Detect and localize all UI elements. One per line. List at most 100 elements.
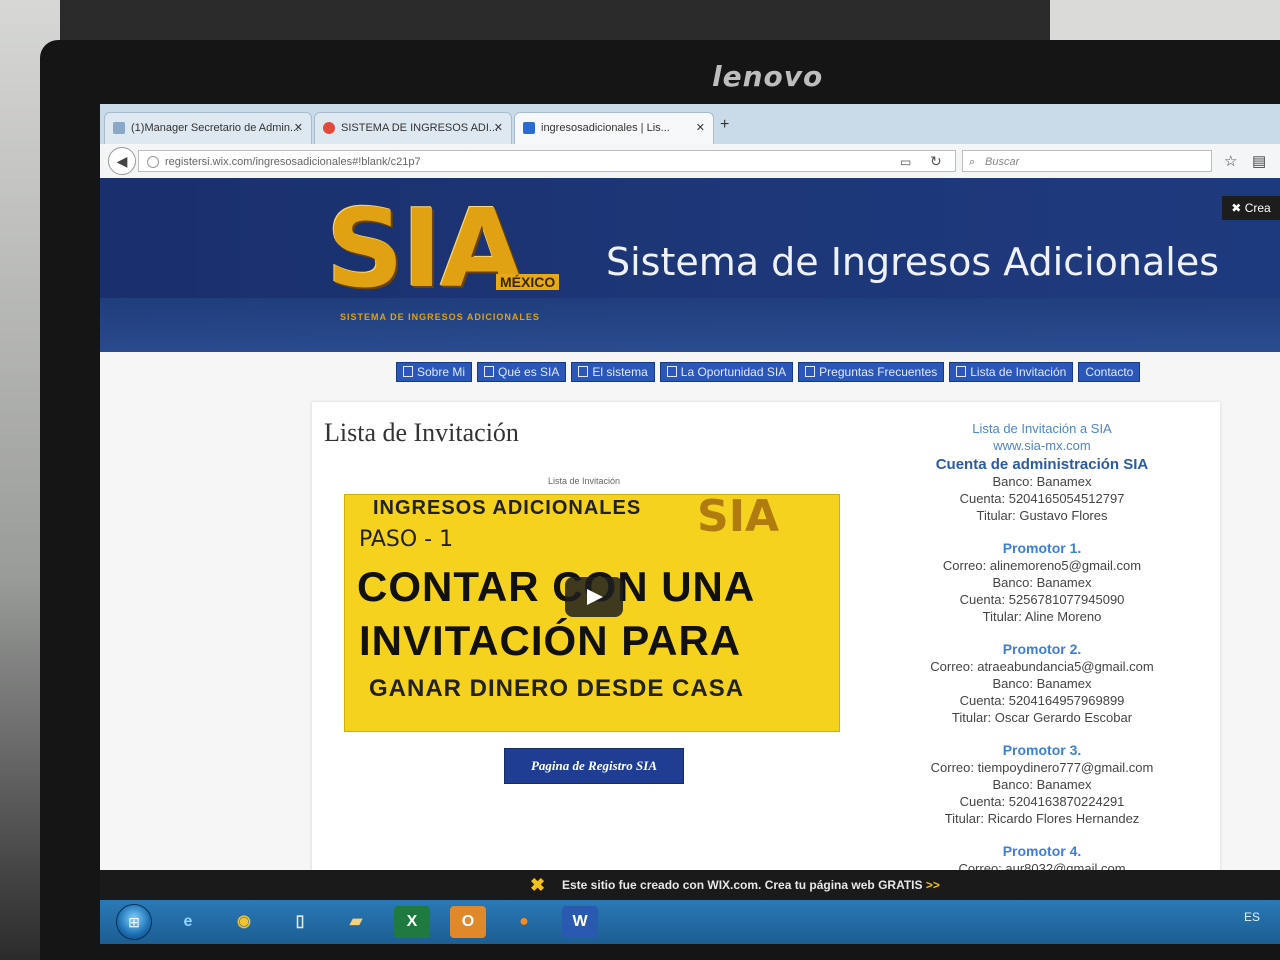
tab-sistema[interactable]: SISTEMA DE INGRESOS ADI... ✕ — [314, 112, 512, 144]
folder-icon[interactable]: ▰ — [338, 906, 374, 938]
chrome-favicon-icon — [323, 122, 335, 134]
menu-item-que-es-sia[interactable]: Qué es SIA — [477, 362, 567, 382]
menu-item-label: El sistema — [592, 365, 648, 379]
menu-item-label: Contacto — [1085, 365, 1134, 379]
page-title: Lista de Invitación — [324, 418, 519, 447]
admin-account-title: Cuenta de administración SIA — [935, 456, 1149, 473]
file-icon[interactable]: ▯ — [282, 906, 318, 938]
promoter-title: Promotor 1. — [1002, 540, 1082, 556]
menu-item-icon — [666, 366, 677, 377]
menu-item-el-sistema[interactable]: El sistema — [571, 362, 655, 382]
firefox-icon[interactable]: ● — [506, 906, 542, 938]
logo-tagline: SISTEMA DE INGRESOS ADICIONALES — [340, 312, 540, 322]
new-tab-button[interactable]: + — [720, 116, 729, 134]
site-menu: Sobre Mi Qué es SIA El sistema La Oportunid… — [396, 362, 1145, 382]
menu-item-icon — [403, 366, 413, 377]
banner-wave — [100, 298, 1280, 352]
menu-item-lista-invitacion[interactable]: Lista de Invitación — [949, 362, 1074, 382]
video-line4: GANAR DINERO DESDE CASA — [369, 675, 745, 702]
clipboard-icon[interactable]: ▤ — [1252, 152, 1266, 170]
wix-create-button[interactable]: ✖ Crea — [1222, 196, 1280, 220]
web-page: SIA MÉXICO SISTEMA DE INGRESOS ADICIONAL… — [100, 178, 1280, 944]
promoter-email: Correo: alinemoreno5@gmail.com — [942, 558, 1142, 573]
menu-item-icon — [956, 366, 967, 377]
menu-item-contacto[interactable]: Contacto — [1078, 362, 1141, 382]
admin-holder: Titular: Gustavo Flores — [976, 508, 1108, 523]
sidebar-website-link[interactable]: www.sia-mx.com — [872, 437, 1212, 454]
menu-item-preguntas[interactable]: Preguntas Frecuentes — [798, 362, 945, 382]
promoter-title: Promotor 3. — [1002, 742, 1082, 758]
close-tab-icon[interactable]: ✕ — [294, 113, 303, 143]
play-icon[interactable] — [565, 577, 623, 617]
promoter-account: Cuenta: 5256781077945090 — [959, 592, 1125, 607]
promoter-bank: Banco: Banamex — [992, 575, 1092, 590]
tab-label: SISTEMA DE INGRESOS ADI... — [341, 122, 499, 134]
content-card: Lista de Invitación Lista de Invitación … — [312, 402, 1220, 944]
menu-item-label: Preguntas Frecuentes — [819, 365, 938, 379]
promoter-bank: Banco: Banamex — [992, 777, 1092, 792]
video-brand: SIA — [697, 491, 780, 542]
wix-crea-label: Crea — [1244, 201, 1271, 215]
chrome-icon[interactable]: ◉ — [226, 906, 262, 938]
site-title: Sistema de Ingresos Adicionales — [606, 240, 1220, 284]
logo-text: SIA — [326, 187, 524, 312]
tab-ingresosadicionales[interactable]: ingresosadicionales | Lis... ✕ — [514, 112, 714, 144]
start-button[interactable]: ⊞ — [116, 904, 152, 940]
promoter-holder: Titular: Aline Moreno — [982, 609, 1102, 624]
system-tray-language[interactable]: ES — [1244, 910, 1260, 924]
menu-item-icon — [484, 366, 495, 377]
menu-item-label: La Oportunidad SIA — [680, 365, 787, 379]
promoter-bank: Banco: Banamex — [992, 676, 1092, 691]
wix-footer-text: Este sitio fue creado con WIX.com. Crea … — [562, 878, 923, 892]
search-placeholder: Buscar — [985, 156, 1020, 168]
reload-icon[interactable]: ↻ — [930, 153, 942, 170]
menu-item-label: Sobre Mi — [417, 365, 466, 379]
tab-manager[interactable]: (1)Manager Secretario de Admin... ✕ — [104, 112, 312, 144]
wix-x-icon: ✖ — [1231, 201, 1245, 215]
promoter-holder: Titular: Ricardo Flores Hernandez — [944, 811, 1140, 826]
register-button[interactable]: Pagina de Registro SIA — [504, 748, 684, 784]
info-icon — [147, 156, 159, 168]
logo-mexico: MÉXICO — [496, 274, 560, 290]
menu-item-oportunidad[interactable]: La Oportunidad SIA — [659, 362, 794, 382]
promoter-email: Correo: tiempoydinero777@gmail.com — [930, 760, 1154, 775]
windows-taskbar: ⊞ e ◉ ▯ ▰ X O ● W ES — [100, 900, 1280, 944]
close-tab-icon[interactable]: ✕ — [494, 113, 503, 143]
admin-account: Cuenta: 5204165054512797 — [959, 491, 1125, 506]
menu-item-sobre-mi[interactable]: Sobre Mi — [396, 362, 473, 382]
internet-explorer-icon[interactable]: e — [170, 906, 206, 938]
sidebar-heading: Lista de Invitación a SIA — [972, 421, 1112, 436]
promoter-email: Correo: atraeabundancia5@gmail.com — [930, 659, 1154, 674]
menu-item-label: Qué es SIA — [498, 365, 560, 379]
video-big-line1: CONTAR CON UNA — [357, 563, 756, 610]
outlook-icon[interactable]: O — [450, 906, 486, 938]
menu-item-label: Lista de Invitación — [970, 365, 1067, 379]
sia-logo[interactable]: SIA MÉXICO SISTEMA DE INGRESOS ADICIONAL… — [326, 190, 596, 330]
admin-bank: Banco: Banamex — [992, 474, 1092, 489]
promoter-title: Promotor 4. — [1002, 843, 1082, 859]
star-icon[interactable]: ☆ — [1224, 152, 1237, 170]
screen: (1)Manager Secretario de Admin... ✕ SIST… — [100, 104, 1280, 944]
invitation-list-sidebar: Lista de Invitación a SIA www.sia-mx.com… — [872, 420, 1212, 877]
video-line1: INGRESOS ADICIONALES — [373, 497, 642, 519]
search-input[interactable]: ⌕ Buscar — [962, 150, 1212, 172]
word-icon[interactable]: W — [562, 906, 598, 938]
wix-logo-icon: ✖ — [530, 875, 546, 895]
wix-footer-bar[interactable]: ✖ Este sitio fue creado con WIX.com. Cre… — [100, 870, 1280, 900]
browser-tab-bar: (1)Manager Secretario de Admin... ✕ SIST… — [100, 104, 1280, 144]
reader-icon[interactable]: ▭ — [900, 155, 911, 169]
video-player[interactable]: INGRESOS ADICIONALES SIA PASO - 1 CONTAR… — [344, 491, 840, 732]
wix-footer-arrows: >> — [925, 878, 940, 892]
search-icon: ⌕ — [969, 156, 976, 168]
excel-icon[interactable]: X — [394, 906, 430, 938]
tab-label: (1)Manager Secretario de Admin... — [131, 122, 300, 134]
promoter-title: Promotor 2. — [1002, 641, 1082, 657]
url-text: registersi.wix.com/ingresosadicionales#!… — [165, 156, 421, 168]
menu-item-icon — [578, 366, 589, 377]
browser-navigation-bar: ◀ registersi.wix.com/ingresosadicionales… — [100, 144, 1280, 179]
monitor-brand-logo: lenovo — [712, 60, 824, 93]
close-tab-icon[interactable]: ✕ — [696, 113, 705, 143]
video-big-line2: INVITACIÓN PARA — [359, 617, 742, 664]
back-arrow-icon[interactable]: ◀ — [108, 147, 136, 175]
url-field[interactable]: registersi.wix.com/ingresosadicionales#!… — [138, 150, 956, 172]
